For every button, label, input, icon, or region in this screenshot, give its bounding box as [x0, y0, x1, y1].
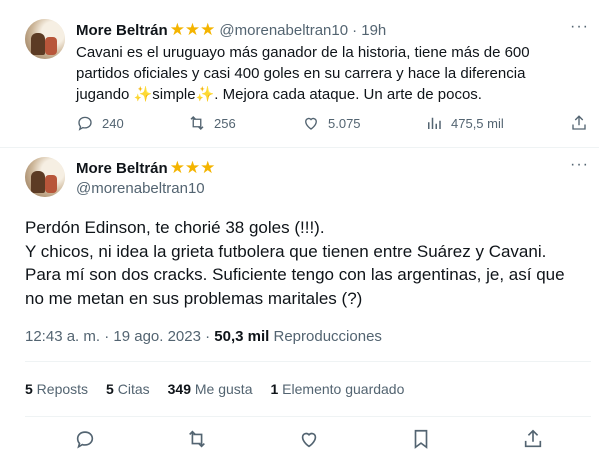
bookmark-icon: [414, 429, 428, 449]
sparkles-emoji: ✨: [195, 86, 215, 103]
divider: [25, 361, 591, 362]
like-icon: [305, 117, 317, 130]
tweet-meta: 12:43 a. m. · 19 ago. 2023 · 50,3 mil Re…: [25, 328, 382, 345]
star-emojis: ★★★: [169, 20, 216, 39]
tweet-time[interactable]: · 19h: [352, 22, 386, 39]
author-name[interactable]: More Beltrán: [76, 160, 168, 177]
like-button[interactable]: [298, 428, 320, 450]
quotes-stat[interactable]: 5 Citas: [106, 381, 150, 397]
author-handle[interactable]: @morenabeltran10: [219, 22, 348, 39]
like-icon: [301, 432, 317, 448]
share-button[interactable]: [570, 114, 588, 132]
repost-count: 256: [214, 115, 236, 131]
likes-stat[interactable]: 349 Me gusta: [168, 381, 253, 397]
tweet-timestamp[interactable]: 12:43 a. m. · 19 ago. 2023 ·: [25, 328, 214, 345]
tweet-line: Para mí son dos cracks. Suficiente tengo…: [25, 265, 565, 284]
parent-tweet[interactable]: More Beltrán ★★★ @morenabeltran10 · 19h …: [0, 0, 599, 148]
tweet-line: no me metan en sus problemas maritales (…: [25, 288, 363, 308]
tweet-text: Cavani es el uruguayo más ganador de la …: [76, 42, 556, 105]
repost-button[interactable]: 256: [188, 114, 236, 132]
reply-icon: [78, 116, 92, 131]
tweet-text: Perdón Edinson, te chorié 38 goles (!!!)…: [25, 216, 590, 310]
author-name-row: More Beltrán ★★★: [76, 158, 215, 178]
share-icon: [524, 429, 542, 448]
share-button[interactable]: [522, 428, 544, 450]
reply-count: 240: [102, 115, 124, 131]
engagement-stats: 5 Reposts 5 Citas 349 Me gusta 1 Element…: [25, 381, 404, 397]
reply-icon: [76, 431, 94, 449]
sparkles-emoji: ✨: [133, 86, 153, 103]
reply-button[interactable]: [74, 428, 96, 450]
bookmarks-stat[interactable]: 1 Elemento guardado: [270, 381, 404, 397]
more-options-icon[interactable]: ···: [570, 18, 589, 36]
tweet-header: More Beltrán ★★★ @morenabeltran10 · 19h: [76, 20, 386, 40]
reposts-stat[interactable]: 5 Reposts: [25, 381, 88, 397]
repost-icon: [190, 116, 204, 130]
tweet-text-part: simple: [152, 86, 196, 103]
more-options-icon[interactable]: ···: [570, 156, 589, 174]
repost-button[interactable]: [186, 428, 208, 450]
avatar[interactable]: [25, 157, 65, 197]
bookmark-button[interactable]: [410, 428, 432, 450]
views-button[interactable]: 475,5 mil: [425, 114, 504, 132]
reply-button[interactable]: 240: [76, 114, 124, 132]
avatar[interactable]: [25, 19, 65, 59]
author-name[interactable]: More Beltrán: [76, 22, 168, 39]
like-count: 5.075: [328, 115, 361, 131]
divider: [25, 416, 591, 417]
views-icon: [428, 117, 441, 129]
tweet-line: Y chicos, ni idea la grieta futbolera qu…: [25, 241, 547, 261]
views-count: 50,3 mil: [214, 328, 270, 345]
like-button[interactable]: 5.075: [302, 114, 361, 132]
tweet-line: Perdón Edinson, te chorié 38 goles (!!!)…: [25, 218, 325, 237]
tweet-actions: [0, 428, 599, 452]
star-emojis: ★★★: [169, 158, 216, 177]
repost-icon: [189, 430, 205, 448]
views-count: 475,5 mil: [451, 115, 504, 131]
author-handle[interactable]: @morenabeltran10: [76, 180, 205, 197]
tweet-text-part: . Mejora cada ataque. Un arte de pocos.: [214, 86, 482, 103]
views-label: Reproducciones: [269, 328, 382, 345]
share-icon: [572, 115, 586, 130]
tweet-actions: 240 256 5.075 475,5 mil: [76, 114, 591, 134]
